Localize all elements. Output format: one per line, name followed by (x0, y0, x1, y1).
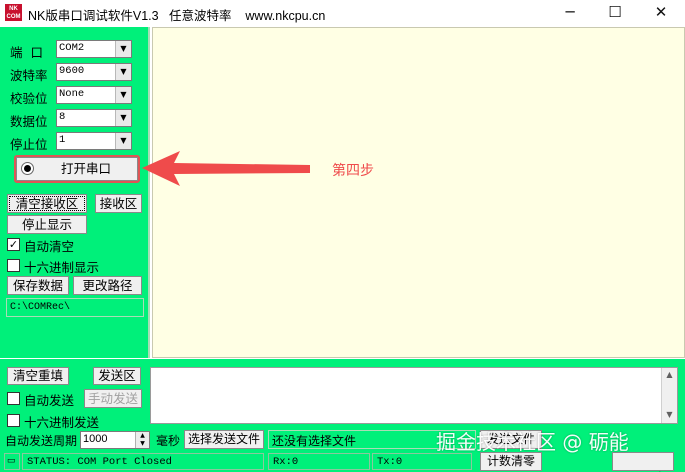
port-select[interactable]: COM2 ▼ (56, 40, 132, 58)
auto-send-checkbox[interactable] (7, 392, 20, 405)
annotation-arrow (142, 151, 310, 186)
clear-refill-button[interactable]: 清空重填 (7, 367, 69, 385)
send-period-input[interactable]: 1000 ▲ ▼ (80, 431, 150, 449)
auto-send-label: 自动发送 (24, 393, 75, 408)
choose-file-button[interactable]: 选择发送文件 (184, 430, 264, 449)
change-path-button[interactable]: 更改路径 (73, 276, 142, 295)
tx-counter: Tx:0 (372, 453, 472, 470)
auto-clear-checkbox[interactable]: ✓ (7, 238, 20, 251)
maximize-button[interactable]: ☐ (592, 0, 638, 26)
hex-send-checkbox[interactable] (7, 414, 20, 427)
period-unit-label: 毫秒 (156, 434, 181, 448)
send-period-label: 自动发送周期 (5, 434, 78, 448)
status-icon: ▭ (4, 453, 20, 470)
parity-select[interactable]: None ▼ (56, 86, 132, 104)
auto-clear-label: 自动清空 (24, 239, 75, 254)
spinner-arrows-icon[interactable]: ▲ ▼ (135, 432, 149, 448)
port-label: 端 口 (10, 45, 43, 60)
parity-label: 校验位 (10, 91, 48, 106)
minimize-button[interactable]: ─ (547, 0, 593, 26)
window-title: NK版串口调试软件V1.3 任意波特率 www.nkcpu.cn (28, 9, 326, 23)
manual-send-button[interactable]: 手动发送 (84, 389, 142, 408)
receive-area-button[interactable]: 接收区 (95, 194, 142, 213)
port-status-indicator (21, 162, 34, 175)
save-data-button[interactable]: 保存数据 (7, 276, 69, 295)
data-bits-value: 8 (59, 111, 66, 123)
chevron-down-icon[interactable]: ▼ (115, 41, 131, 57)
scroll-up-icon[interactable]: ▲ (662, 368, 677, 382)
chevron-down-icon[interactable]: ▼ (115, 110, 131, 126)
save-path-field: C:\COMRec\ (6, 298, 144, 317)
step-four-annotation: 第四步 (332, 163, 374, 179)
data-bits-label: 数据位 (10, 114, 48, 129)
receive-text-area[interactable] (152, 27, 685, 358)
send-text-area[interactable]: ▲ ▼ (150, 367, 678, 424)
port-value: COM2 (59, 42, 85, 54)
send-scrollbar[interactable]: ▲ ▼ (661, 368, 677, 423)
title-bar: NK COM NK版串口调试软件V1.3 任意波特率 www.nkcpu.cn … (0, 0, 685, 26)
chevron-down-icon[interactable]: ▼ (115, 133, 131, 149)
hex-display-checkbox[interactable] (7, 259, 20, 272)
chevron-down-icon[interactable]: ▼ (115, 64, 131, 80)
data-bits-select[interactable]: 8 ▼ (56, 109, 132, 127)
baud-select[interactable]: 9600 ▼ (56, 63, 132, 81)
send-period-value: 1000 (83, 433, 108, 445)
stop-bits-label: 停止位 (10, 137, 48, 152)
stop-display-button[interactable]: 停止显示 (7, 215, 87, 234)
hex-display-label: 十六进制显示 (24, 260, 100, 275)
scroll-down-icon[interactable]: ▼ (662, 408, 677, 422)
chevron-down-icon[interactable]: ▼ (115, 87, 131, 103)
open-port-button[interactable]: 打开串口 (16, 157, 138, 181)
baud-value: 9600 (59, 65, 85, 77)
stop-bits-select[interactable]: 1 ▼ (56, 132, 132, 150)
parity-value: None (59, 88, 85, 100)
send-area-button[interactable]: 发送区 (93, 367, 141, 385)
stop-bits-value: 1 (59, 134, 66, 146)
watermark: 掘金技术社区 @ 砺能 (436, 430, 629, 454)
baud-label: 波特率 (10, 68, 48, 83)
rx-counter: Rx:0 (268, 453, 370, 470)
hex-send-label: 十六进制发送 (24, 415, 100, 430)
port-status-text: STATUS: COM Port Closed (22, 453, 264, 470)
app-icon: NK COM (5, 4, 22, 21)
clear-receive-button[interactable]: 清空接收区 (7, 194, 87, 213)
close-button[interactable]: ✕ (638, 0, 684, 26)
